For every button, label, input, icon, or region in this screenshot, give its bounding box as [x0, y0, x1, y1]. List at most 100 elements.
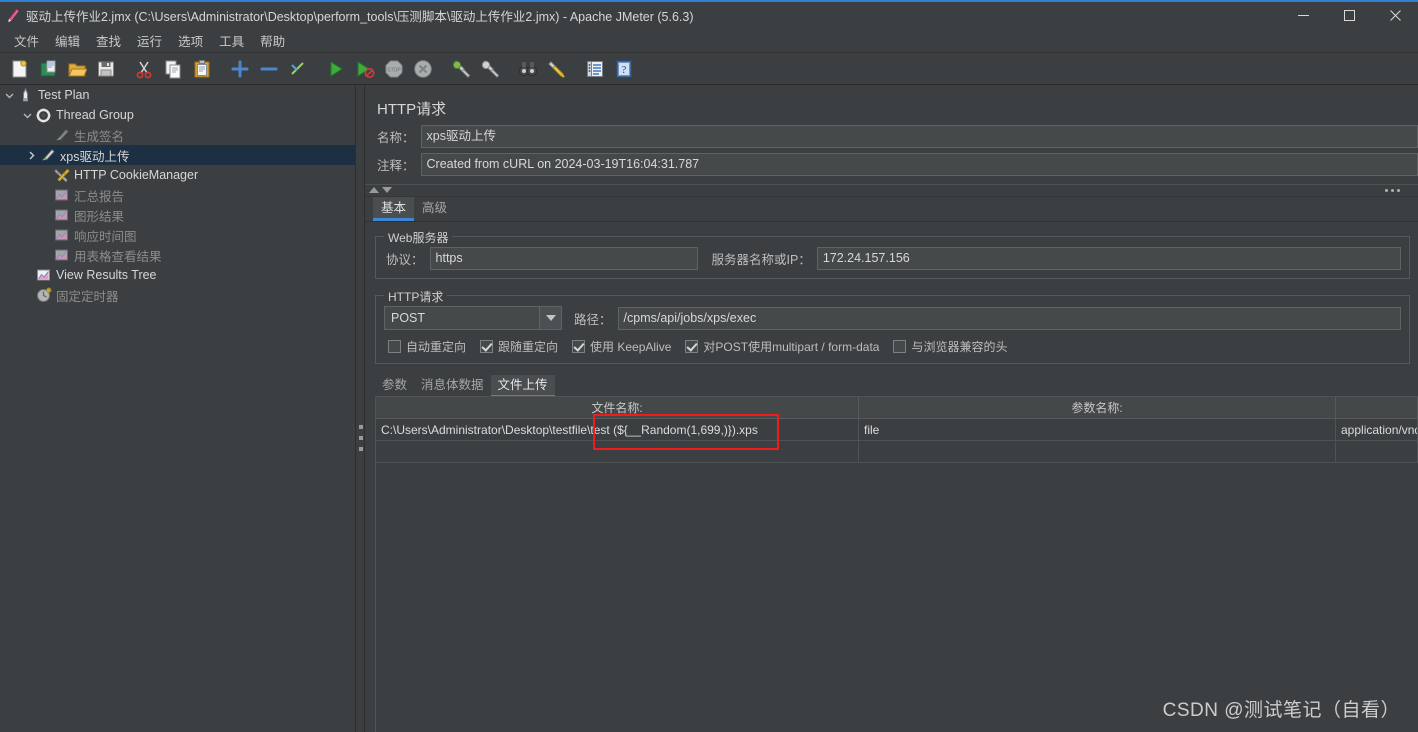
- save-button[interactable]: [92, 56, 119, 83]
- menu-item-help[interactable]: 帮助: [252, 29, 293, 52]
- tree-node-response-time-graph[interactable]: 响应时间图: [0, 225, 355, 245]
- checkbox-box[interactable]: [893, 340, 907, 353]
- checkbox-box[interactable]: [480, 340, 494, 353]
- subtab-file-upload[interactable]: 文件上传: [490, 375, 555, 398]
- column-header-filename[interactable]: 文件名称:: [376, 397, 859, 419]
- tree-node-sampler-sign[interactable]: 生成签名: [0, 125, 355, 145]
- pane-splitter[interactable]: [355, 85, 365, 732]
- clear-all-button[interactable]: [476, 56, 503, 83]
- comment-input[interactable]: Created from cURL on 2024-03-19T16:04:31…: [420, 152, 1418, 176]
- start-button[interactable]: [322, 56, 349, 83]
- chevron-right-icon[interactable]: [24, 145, 38, 165]
- toggle-button[interactable]: [284, 56, 311, 83]
- cell-empty[interactable]: [1336, 441, 1418, 463]
- cell-empty[interactable]: [376, 441, 859, 463]
- menu-item-file[interactable]: 文件: [6, 29, 47, 52]
- listener-icon: [52, 205, 71, 225]
- table-empty-row[interactable]: [376, 441, 1418, 463]
- checkbox-use-keepalive[interactable]: 使用 KeepAlive: [572, 338, 671, 355]
- host-input[interactable]: 172.24.157.156: [816, 247, 1401, 270]
- checkbox-browser-compatible-headers[interactable]: 与浏览器兼容的头: [893, 338, 1007, 355]
- collapse-all-button[interactable]: [255, 56, 282, 83]
- tree-node-view-results-in-table[interactable]: 用表格查看结果: [0, 245, 355, 265]
- function-helper-button[interactable]: [581, 56, 608, 83]
- start-no-pauses-button[interactable]: [351, 56, 378, 83]
- checkbox-box[interactable]: [572, 340, 586, 353]
- paste-button[interactable]: [188, 56, 215, 83]
- checkbox-box[interactable]: [685, 340, 699, 353]
- column-header-paramname[interactable]: 参数名称:: [859, 397, 1336, 419]
- tree-node-cookie-manager[interactable]: HTTP CookieManager: [0, 165, 355, 185]
- divider-collapse-arrows[interactable]: [369, 187, 392, 193]
- tree-node-thread-group[interactable]: Thread Group: [0, 105, 355, 125]
- menu-item-options[interactable]: 选项: [170, 29, 211, 52]
- splitter-grip[interactable]: [359, 425, 363, 451]
- cell-empty[interactable]: [859, 441, 1336, 463]
- tree-node-summary-report[interactable]: 汇总报告: [0, 185, 355, 205]
- cut-button[interactable]: [130, 56, 157, 83]
- table-row[interactable]: C:\Users\Administrator\Desktop\testfile\…: [376, 419, 1418, 441]
- jmeter-feather-icon: [0, 1, 26, 30]
- chevron-down-icon[interactable]: [539, 307, 561, 329]
- tree-node-view-results-tree[interactable]: View Results Tree: [0, 265, 355, 285]
- subtab-parameters[interactable]: 参数: [375, 375, 414, 398]
- new-button[interactable]: [5, 56, 32, 83]
- http-sampler-icon: [38, 145, 57, 165]
- path-input[interactable]: /cpms/api/jobs/xps/exec: [617, 306, 1401, 330]
- tab-advanced[interactable]: 高级: [414, 197, 455, 221]
- templates-button[interactable]: [34, 56, 61, 83]
- listener-icon: [52, 245, 71, 265]
- expand-all-button[interactable]: [226, 56, 253, 83]
- menu-item-search[interactable]: 查找: [88, 29, 129, 52]
- chevron-down-icon[interactable]: [2, 85, 16, 105]
- test-plan-icon: [16, 85, 35, 105]
- chevron-down-icon[interactable]: [382, 187, 392, 193]
- tree-node-xps-upload[interactable]: xps驱动上传: [0, 145, 355, 165]
- column-header-mimetype[interactable]: [1336, 397, 1418, 419]
- toolbar-separator: [571, 56, 580, 83]
- test-plan-tree[interactable]: Test Plan Thread Group 生成签名 xps驱动上传 HTTP…: [0, 85, 355, 732]
- checkbox-box[interactable]: [388, 340, 401, 353]
- cell-paramname[interactable]: file: [859, 419, 1336, 441]
- toolbar-separator: [216, 56, 225, 83]
- checkbox-auto-redirect[interactable]: 自动重定向: [388, 338, 466, 355]
- name-label: 名称：: [377, 130, 415, 145]
- panel-divider-bar[interactable]: [365, 184, 1418, 197]
- tab-basic[interactable]: 基本: [373, 197, 415, 221]
- reset-search-button[interactable]: [543, 56, 570, 83]
- shutdown-button[interactable]: [409, 56, 436, 83]
- more-options-icon[interactable]: [1385, 189, 1400, 192]
- minimize-icon[interactable]: [1280, 1, 1326, 30]
- subtab-body-data[interactable]: 消息体数据: [414, 375, 491, 398]
- timer-icon: [34, 285, 53, 305]
- clear-button[interactable]: [447, 56, 474, 83]
- copy-button[interactable]: [159, 56, 186, 83]
- method-dropdown[interactable]: POST: [384, 306, 562, 330]
- menu-item-edit[interactable]: 编辑: [47, 29, 88, 52]
- close-icon[interactable]: [1372, 1, 1418, 30]
- jmeter-window: 驱动上传作业2.jmx (C:\Users\Administrator\Desk…: [0, 0, 1418, 732]
- cell-filename[interactable]: C:\Users\Administrator\Desktop\testfile\…: [376, 419, 859, 441]
- help-button[interactable]: ?: [610, 56, 637, 83]
- chevron-down-icon[interactable]: [20, 105, 34, 125]
- web-server-legend: Web服务器: [384, 229, 453, 246]
- chevron-up-icon[interactable]: [369, 187, 379, 193]
- cell-mimetype[interactable]: application/vnd: [1336, 419, 1418, 441]
- protocol-input[interactable]: https: [429, 247, 698, 270]
- toolbar-separator: [437, 56, 446, 83]
- tree-node-test-plan[interactable]: Test Plan: [0, 85, 355, 105]
- tree-node-constant-timer[interactable]: 固定定时器: [0, 285, 355, 305]
- name-input[interactable]: xps驱动上传: [420, 124, 1418, 148]
- checkbox-follow-redirect[interactable]: 跟随重定向: [480, 338, 558, 355]
- file-upload-table[interactable]: 文件名称: 参数名称: C:\Users\Administrator\Deskt…: [375, 396, 1418, 732]
- search-button[interactable]: [514, 56, 541, 83]
- menu-item-run[interactable]: 运行: [129, 29, 170, 52]
- tree-node-graph-results[interactable]: 图形结果: [0, 205, 355, 225]
- stop-button[interactable]: STOP: [380, 56, 407, 83]
- open-button[interactable]: [63, 56, 90, 83]
- checkbox-multipart-form-data[interactable]: 对POST使用multipart / form-data: [685, 338, 879, 355]
- maximize-icon[interactable]: [1326, 1, 1372, 30]
- listener-icon: [52, 225, 71, 245]
- menu-item-tools[interactable]: 工具: [211, 29, 252, 52]
